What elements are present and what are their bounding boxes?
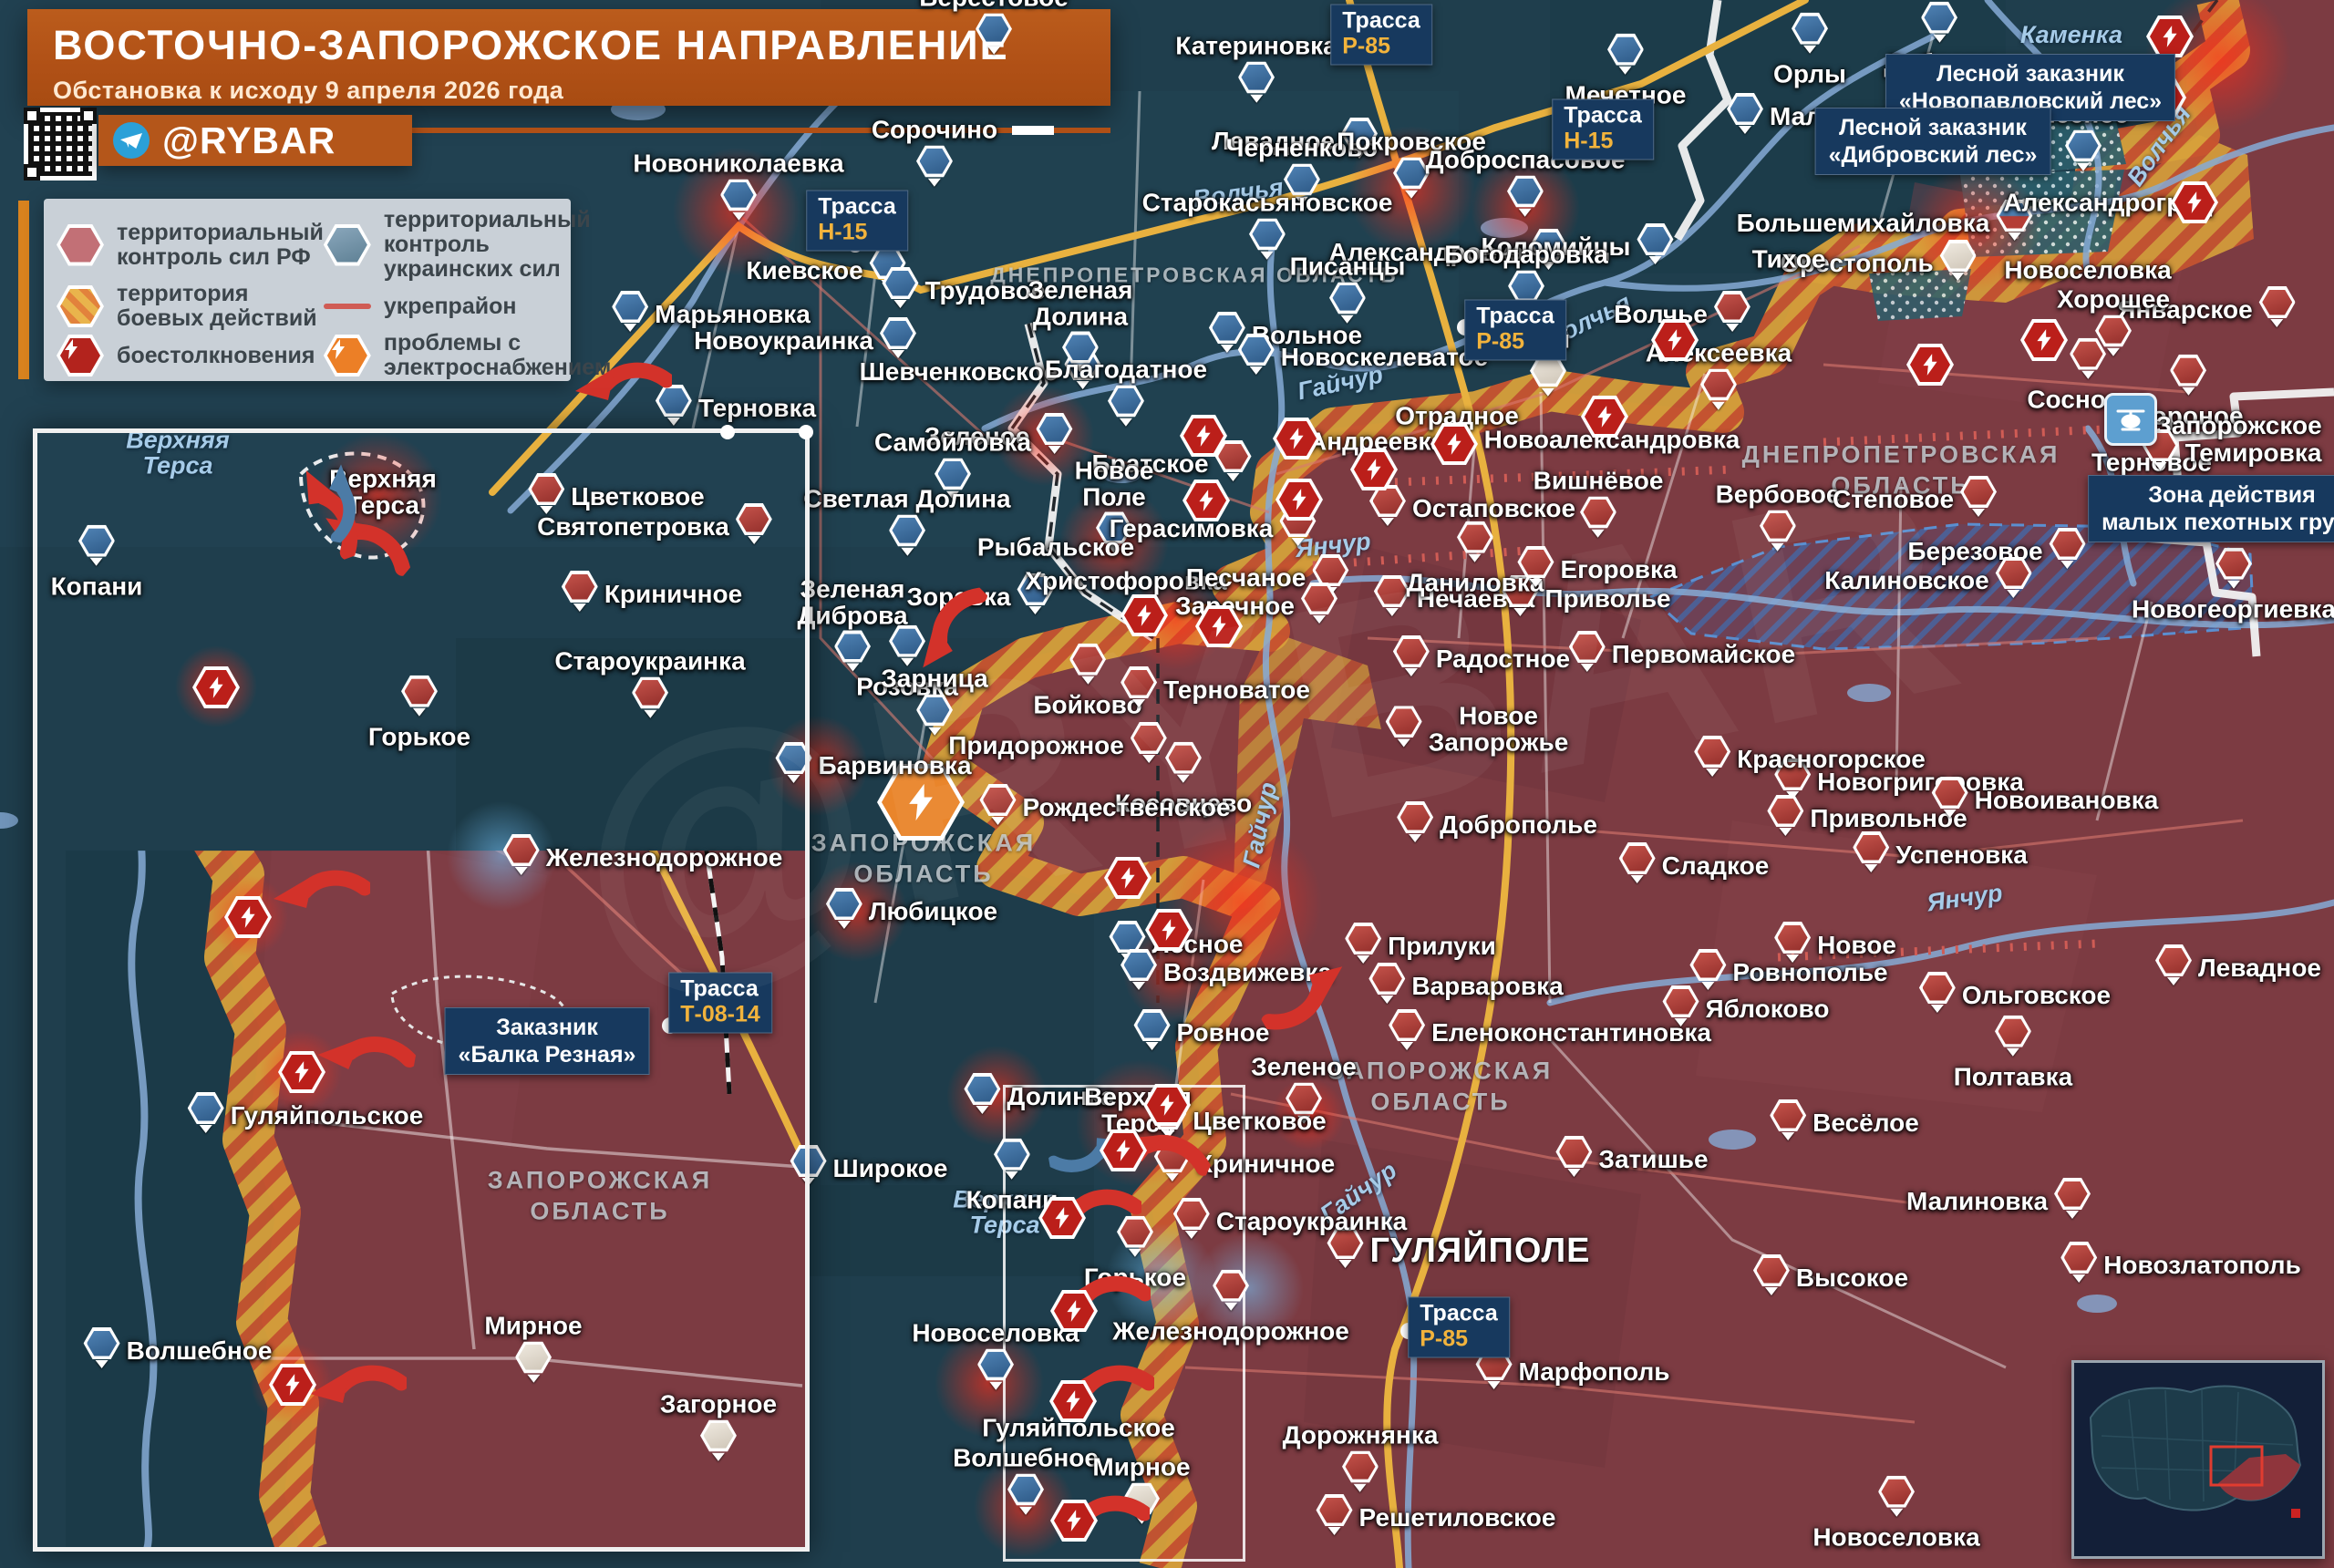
fortified-line-icon	[324, 304, 371, 309]
combat-zone-icon	[57, 285, 104, 327]
legend-label: проблемы с электроснабжением	[384, 331, 611, 380]
map-title: ВОСТОЧНО-ЗАПОРОЖСКОЕ НАПРАВЛЕНИЕ	[53, 22, 1085, 69]
legend-label: территория боевых действий	[117, 282, 324, 331]
legend-item-3: укрепрайон	[324, 294, 611, 319]
legend-item-0: территориальный контроль сил РФ	[57, 221, 324, 270]
rf-control-icon	[57, 224, 104, 266]
legend-label: территориальный контроль украинских сил	[384, 208, 611, 282]
channel-name: @RYBAR	[162, 119, 336, 162]
legend-label: укрепрайон	[384, 294, 517, 319]
inset-source-rectangle	[1003, 1085, 1245, 1562]
legend-label: территориальный контроль сил РФ	[117, 221, 324, 270]
telegram-icon	[113, 122, 150, 159]
legend-accent-bar	[18, 201, 29, 379]
qr-code	[24, 108, 97, 181]
legend-panel: территориальный контроль сил РФ территори…	[44, 199, 571, 381]
power-outage-icon	[324, 335, 371, 377]
legend-item-4: боестолкновения	[57, 335, 324, 377]
map-subtitle: Обстановка к исходу 9 апреля 2026 года	[53, 77, 1085, 105]
legend-item-5: проблемы с электроснабжением	[324, 331, 611, 380]
legend-item-1: территориальный контроль украинских сил	[324, 208, 611, 282]
country-minimap	[2071, 1360, 2325, 1559]
clash-icon	[57, 335, 104, 377]
channel-banner: @RYBAR	[98, 115, 412, 166]
ua-control-icon	[324, 224, 371, 266]
legend-label: боестолкновения	[117, 344, 315, 368]
map-title-panel: ВОСТОЧНО-ЗАПОРОЖСКОЕ НАПРАВЛЕНИЕ Обстано…	[27, 9, 1110, 106]
war-map: ВОСТОЧНО-ЗАПОРОЖСКОЕ НАПРАВЛЕНИЕ Обстано…	[0, 0, 2334, 1568]
legend-item-2: территория боевых действий	[57, 282, 324, 331]
